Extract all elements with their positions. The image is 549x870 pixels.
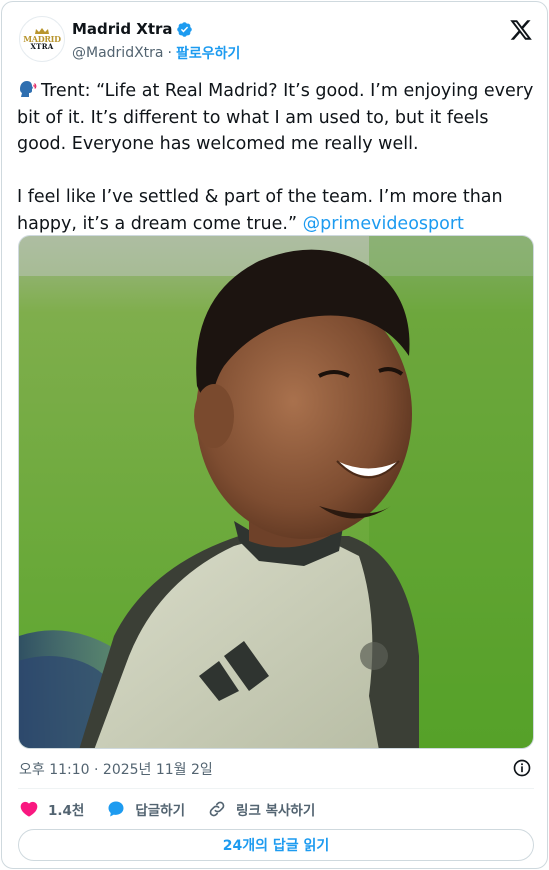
x-logo-icon[interactable]	[509, 18, 533, 42]
link-icon	[209, 801, 225, 817]
separator-dot: ·	[167, 45, 172, 61]
heart-icon	[20, 801, 38, 817]
copy-link-button[interactable]: 링크 복사하기	[207, 799, 315, 819]
author-handle-row: @MadridXtra · 팔로우하기	[72, 43, 240, 63]
like-count: 1.4천	[48, 803, 85, 819]
follow-button[interactable]: 팔로우하기	[176, 43, 240, 63]
avatar-text-line2: XTRA	[30, 41, 54, 51]
speaking-head-icon	[20, 81, 37, 97]
tweet-card: MADRID XTRA Madrid Xtra @MadridXtra · 팔로…	[1, 1, 548, 869]
read-replies-button[interactable]: 24개의 답글 읽기	[18, 829, 534, 861]
avatar[interactable]: MADRID XTRA	[19, 16, 65, 62]
reply-button[interactable]: 답글하기	[106, 799, 185, 819]
photo-illustration	[19, 236, 533, 748]
tweet-media-image[interactable]	[18, 235, 534, 749]
reply-label: 답글하기	[135, 803, 186, 819]
action-bar: 1.4천 답글하기 링크 복사하기	[19, 797, 337, 821]
reply-bubble-icon	[108, 801, 124, 817]
mention-link[interactable]: @primevideosport	[303, 214, 464, 234]
author-handle[interactable]: @MadridXtra	[72, 45, 164, 61]
copy-link-label: 링크 복사하기	[236, 803, 316, 819]
tweet-text: Trent: “Life at Real Madrid? It’s good. …	[17, 78, 537, 237]
divider	[18, 788, 534, 789]
verified-badge-icon	[176, 21, 192, 37]
like-button[interactable]: 1.4천	[19, 799, 84, 819]
tweet-paragraph-2: I feel like I’ve settled & part of the t…	[17, 184, 537, 237]
info-icon[interactable]	[512, 758, 532, 778]
tweet-timestamp[interactable]: 오후 11:10 · 2025년 11월 2일	[19, 759, 213, 779]
crown-icon	[35, 27, 49, 34]
tweet-line-1: Trent: “Life at Real Madrid? It’s good. …	[17, 81, 534, 154]
author-display-name[interactable]: Madrid Xtra	[72, 20, 173, 38]
author-name-row: Madrid Xtra	[72, 20, 193, 38]
tweet-paragraph-1: Trent: “Life at Real Madrid? It’s good. …	[17, 78, 537, 158]
